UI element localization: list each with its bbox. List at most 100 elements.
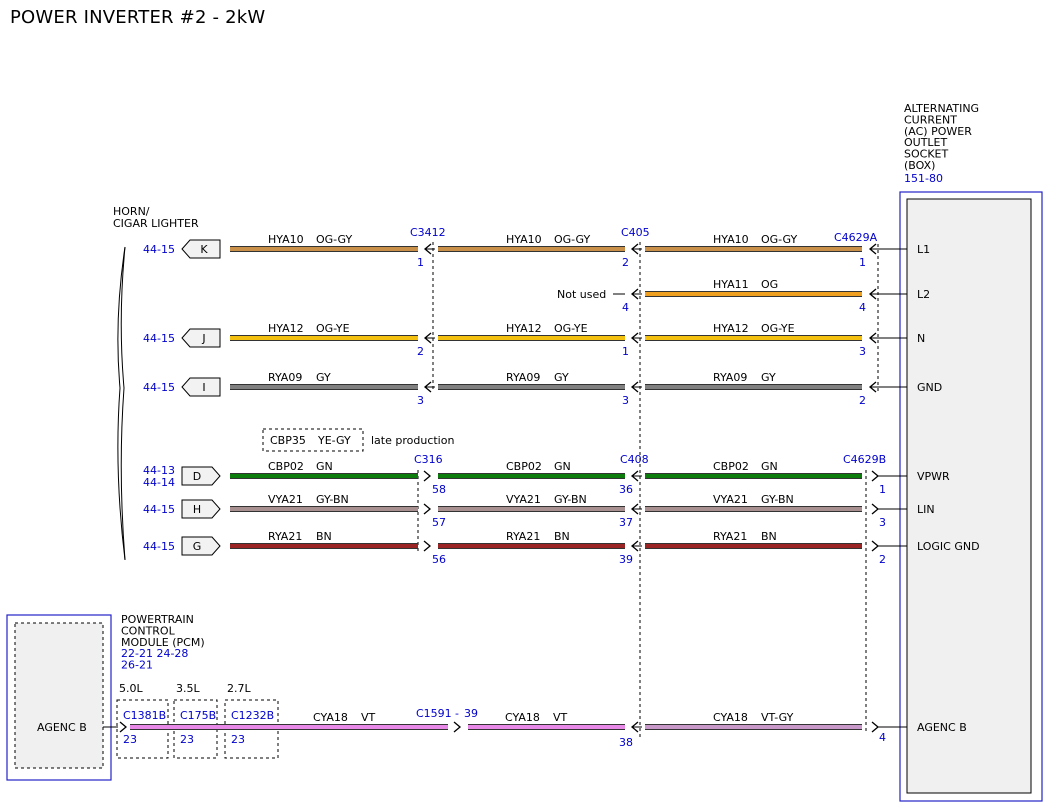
pin-number: 1 (879, 483, 886, 496)
pin-number: 2 (622, 256, 629, 269)
wire-circuit-label: HYA12 (506, 322, 542, 335)
wire-color-label: GY-BN (761, 493, 794, 506)
wire-circuit-label: RYA21 (506, 530, 540, 543)
engine-label: 3.5L (176, 682, 200, 695)
wire-ref: 44-15 (143, 332, 175, 345)
wire-color-label: OG-YE (554, 322, 588, 335)
terminal-D-letter: D (193, 470, 201, 483)
pin-number: 2 (879, 553, 886, 566)
option-color: YE-GY (317, 434, 351, 447)
wire-color-label: GN (761, 460, 778, 473)
connector-arrow (423, 470, 432, 482)
wire-ref: 44-14 (143, 476, 175, 489)
connector-arrow (871, 721, 880, 733)
pcm-pin-label: AGENC B (37, 721, 87, 734)
outlet-label-line: (BOX) (904, 159, 935, 172)
wire-color-label: VT (361, 711, 376, 724)
wire-ref: 44-15 (143, 540, 175, 553)
connector-label-c4629a: C4629A (834, 231, 878, 244)
wire-color-label: BN (554, 530, 570, 543)
wire-circuit-label: RYA21 (268, 530, 302, 543)
connector-label-c4629b: C4629B (843, 453, 886, 466)
wire-color-label: GY (316, 371, 331, 384)
pin-number: 39 (619, 553, 633, 566)
option-note: late production (371, 434, 454, 447)
outlet-pin-label: L1 (917, 243, 930, 256)
pin-number: 3 (879, 516, 886, 529)
connector-arrow (871, 503, 880, 515)
pin-number: 4 (859, 301, 866, 314)
wire-color-label: OG-YE (316, 322, 350, 335)
wire-color-label: GY (554, 371, 569, 384)
connector-arrow (453, 721, 462, 733)
outlet-pin-label: LOGIC GND (917, 540, 980, 553)
engine-connector-label: C175B (180, 709, 216, 722)
pin-number: 2 (417, 345, 424, 358)
wire-circuit-label: HYA10 (268, 233, 304, 246)
horn-label-line: CIGAR LIGHTER (113, 217, 199, 230)
outlet-pin-label: L2 (917, 288, 930, 301)
option-code: CBP35 (270, 434, 306, 447)
pin-number: 23 (180, 733, 194, 746)
wire-color-label: OG-GY (316, 233, 353, 246)
wire-circuit-label: HYA12 (713, 322, 749, 335)
wire-circuit-label: RYA09 (506, 371, 540, 384)
pin-number: 57 (432, 516, 446, 529)
connector-arrow (871, 540, 880, 552)
engine-label: 5.0L (119, 682, 143, 695)
wire-circuit-label: VYA21 (268, 493, 303, 506)
connector-label-c408: C408 (620, 453, 649, 466)
wire-color-label: VT (553, 711, 568, 724)
wire-color-label: GN (554, 460, 571, 473)
terminal-H-letter: H (193, 503, 201, 516)
pin-number: 3 (417, 394, 424, 407)
wire-circuit-label: CYA18 (713, 711, 748, 724)
connector-arrow (119, 721, 128, 733)
wire-color-label: GY-BN (554, 493, 587, 506)
wire-circuit-label: HYA12 (268, 322, 304, 335)
wire-circuit-label: CYA18 (313, 711, 348, 724)
connector-label-c316: C316 (414, 453, 443, 466)
pin-number: 58 (432, 483, 446, 496)
horn-brace-inner (120, 246, 126, 561)
wire-color-label: OG-YE (761, 322, 795, 335)
pin-number: 56 (432, 553, 446, 566)
terminal-G-letter: G (193, 540, 202, 553)
wire-ref: 44-15 (143, 243, 175, 256)
wire-color-label: GN (316, 460, 333, 473)
engine-connector-label: C1232B (231, 709, 274, 722)
connector-label-c3412: C3412 (410, 226, 446, 239)
pin-number: 36 (619, 483, 633, 496)
pin-number: 37 (619, 516, 633, 529)
wire-ref: 44-15 (143, 381, 175, 394)
engine-label: 2.7L (227, 682, 251, 695)
outlet-pin-label: AGENC B (917, 721, 967, 734)
wire-circuit-label: CYA18 (505, 711, 540, 724)
wire-circuit-label: HYA10 (713, 233, 749, 246)
engine-connector-label: C1381B (123, 709, 166, 722)
pin-number: 4 (879, 731, 886, 744)
wire-circuit-label: VYA21 (506, 493, 541, 506)
wire-circuit-label: HYA11 (713, 278, 749, 291)
terminal-J-letter: J (201, 332, 205, 345)
wire-circuit-label: CBP02 (713, 460, 749, 473)
pin-number: 4 (622, 301, 629, 314)
wire-color-label: OG-GY (554, 233, 591, 246)
wire-color-label: GY-BN (316, 493, 349, 506)
pcm-ref: 26-21 (121, 658, 153, 671)
terminal-I (181, 377, 221, 397)
wire-color-label: BN (761, 530, 777, 543)
pin-number: 1 (859, 256, 866, 269)
splice-pin: 39 (464, 707, 478, 720)
wire-circuit-label: CBP02 (268, 460, 304, 473)
pin-number: 2 (859, 394, 866, 407)
wire-circuit-label: RYA09 (713, 371, 747, 384)
terminal-J (181, 328, 221, 348)
pin-number: 1 (417, 256, 424, 269)
wire-circuit-label: VYA21 (713, 493, 748, 506)
wire-circuit-label: CBP02 (506, 460, 542, 473)
outlet-ref: 151-80 (904, 172, 943, 185)
pin-number: 23 (123, 733, 137, 746)
connector-arrow (871, 470, 880, 482)
wire-ref: 44-15 (143, 503, 175, 516)
